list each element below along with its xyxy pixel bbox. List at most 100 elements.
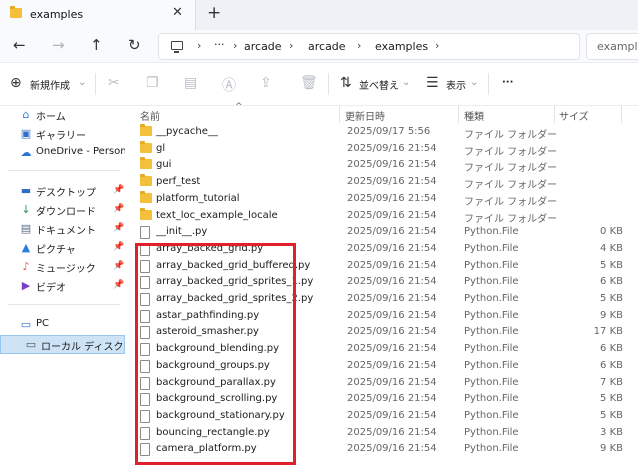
new-tab-button[interactable]: + (207, 3, 221, 23)
python-file-icon (140, 376, 150, 390)
column-divider[interactable] (339, 106, 340, 123)
forward-button[interactable]: → (52, 36, 65, 54)
back-button[interactable]: ← (13, 36, 26, 54)
file-type: Python.File (464, 393, 519, 405)
column-header-name[interactable]: 名前 (140, 108, 160, 123)
music-icon: ♪ (22, 260, 30, 273)
file-row[interactable]: __init__.py 2025/09/16 21:54 Python.File 0 … (133, 224, 638, 241)
share-icon[interactable]: ⇪ (260, 75, 272, 91)
file-row[interactable]: gl 2025/09/16 21:54 ファイル フォルダー (133, 140, 638, 158)
sidebar-item-pictures[interactable]: ▲ ピクチャ 📌 (0, 239, 125, 258)
file-row[interactable]: background_stationary.py 2025/09/16 21:54… (133, 408, 638, 425)
chevron-down-icon: ⌄ (470, 77, 479, 88)
file-size: 4 KB (600, 242, 623, 254)
python-file-icon (140, 393, 150, 407)
copy-icon[interactable]: ❐ (146, 75, 159, 91)
sidebar-item-local-disk[interactable]: ▭ ローカル ディスク (C:) (0, 335, 145, 354)
pin-icon[interactable]: 📌 (113, 242, 124, 252)
address-bar[interactable]: › ··· › arcade › arcade › examples › (158, 33, 580, 60)
sidebar-item-videos[interactable]: ▶ ビデオ 📌 (0, 277, 125, 296)
file-type: Python.File (464, 426, 519, 438)
sidebar-item-pc[interactable]: ▭ PC (0, 316, 125, 335)
rename-icon[interactable]: Ⓐ (222, 75, 236, 95)
file-date: 2025/09/16 21:54 (347, 176, 437, 188)
close-icon[interactable]: ✕ (172, 5, 183, 20)
cut-icon[interactable]: ✂ (108, 75, 120, 91)
navigation-bar: ← → ↑ ↻ › ··· › arcade › arcade › exampl… (0, 30, 638, 62)
column-divider[interactable] (554, 106, 555, 123)
file-row[interactable]: perf_test 2025/09/16 21:54 ファイル フォルダー (133, 174, 638, 191)
file-type: Python.File (464, 443, 519, 455)
file-row[interactable]: camera_platform.py 2025/09/16 21:54 Python… (133, 441, 638, 458)
column-divider[interactable] (621, 106, 622, 123)
sidebar-item-onedrive[interactable]: ☁ OneDrive - Personal (0, 144, 136, 163)
breadcrumb-item[interactable]: examples (375, 40, 428, 53)
file-date: 2025/09/16 21:54 (347, 142, 437, 154)
file-row[interactable]: text_loc_example_locale 2025/09/16 21:54 フ… (133, 207, 638, 225)
file-date: 2025/09/16 21:54 (347, 409, 437, 421)
python-file-icon (140, 326, 150, 340)
pin-icon[interactable]: 📌 (113, 185, 124, 195)
sidebar-item-desktop[interactable]: ▬ デスクトップ 📌 (0, 182, 125, 201)
column-header-type[interactable]: 種類 (464, 108, 484, 123)
file-type: ファイル フォルダー (464, 130, 558, 141)
file-row[interactable]: array_backed_grid.py 2025/09/16 21:54 Pyth… (133, 241, 638, 258)
file-row[interactable]: background_scrolling.py 2025/09/16 21:54 P… (133, 391, 638, 408)
delete-icon[interactable]: 🗑 (300, 75, 318, 91)
breadcrumb-item[interactable]: arcade (308, 40, 346, 53)
paste-icon[interactable]: ▤ (184, 75, 197, 91)
column-header-size[interactable]: サイズ (559, 108, 589, 123)
file-date: 2025/09/16 21:54 (347, 393, 437, 405)
column-divider[interactable] (458, 106, 459, 123)
breadcrumb-item[interactable]: arcade (244, 40, 282, 53)
pin-icon[interactable]: 📌 (113, 261, 124, 271)
tab-examples[interactable]: examples ✕ (0, 0, 196, 30)
pc-icon (171, 41, 183, 53)
file-row[interactable]: platform_tutorial 2025/09/16 21:54 ファイル フォ… (133, 190, 638, 208)
sidebar-item-label: ミュージック (36, 264, 96, 275)
python-file-icon (140, 242, 150, 256)
sidebar-item-music[interactable]: ♪ ミュージック 📌 (0, 258, 125, 277)
file-row[interactable]: astar_pathfinding.py 2025/09/16 21:54 Pyth… (133, 308, 638, 325)
sidebar-item-home[interactable]: ⌂ ホーム (0, 106, 125, 125)
refresh-button[interactable]: ↻ (128, 36, 141, 54)
pin-icon[interactable]: 📌 (113, 223, 124, 233)
sidebar-item-gallery[interactable]: ▣ ギャラリー (0, 125, 125, 144)
sidebar-item-label: OneDrive - Personal (36, 146, 136, 157)
divider (95, 73, 96, 95)
python-file-icon (140, 226, 150, 240)
pin-icon[interactable]: 📌 (113, 204, 124, 214)
file-row[interactable]: gui 2025/09/16 21:54 ファイル フォルダー (133, 157, 638, 174)
breadcrumb-overflow[interactable]: ··· (214, 38, 225, 51)
file-type: ファイル フォルダー (464, 196, 558, 208)
file-date: 2025/09/16 21:54 (347, 443, 437, 455)
file-row[interactable]: background_parallax.py 2025/09/16 21:54 Py… (133, 375, 638, 392)
file-type: Python.File (464, 259, 519, 271)
file-row[interactable]: array_backed_grid_sprites_2.py 2025/09/16… (133, 291, 638, 308)
file-name: array_backed_grid_buffered.py (156, 259, 311, 271)
file-name: text_loc_example_locale (156, 209, 278, 221)
file-date: 2025/09/16 21:54 (347, 343, 437, 355)
search-input[interactable]: example (586, 33, 638, 60)
sidebar-item-documents[interactable]: ▤ ドキュメント 📌 (0, 220, 125, 239)
file-row[interactable]: array_backed_grid_sprites_1.py 2025/09/16… (133, 274, 638, 291)
sidebar-item-downloads[interactable]: ↓ ダウンロード 📌 (0, 201, 125, 220)
more-options-button[interactable]: ··· (502, 77, 513, 88)
file-row[interactable]: asteroid_smasher.py 2025/09/16 21:54 Pytho… (133, 324, 638, 341)
folder-icon (140, 174, 152, 187)
file-row[interactable]: background_groups.py 2025/09/16 21:54 Pyth… (133, 358, 638, 375)
view-button[interactable]: 表示 (446, 77, 466, 92)
up-button[interactable]: ↑ (90, 36, 103, 54)
pin-icon[interactable]: 📌 (113, 280, 124, 290)
sort-button[interactable]: 並べ替え (359, 77, 399, 92)
file-row[interactable]: background_blending.py 2025/09/16 21:54 Py… (133, 341, 638, 358)
new-button[interactable]: 新規作成 (30, 77, 70, 92)
file-row[interactable]: bouncing_rectangle.py 2025/09/16 21:54 Pyt… (133, 425, 638, 442)
file-row[interactable]: __pycache__ 2025/09/17 5:56 ファイル フォルダー (133, 124, 638, 141)
column-header-date[interactable]: 更新日時 (345, 108, 385, 123)
file-row[interactable]: array_backed_grid_buffered.py 2025/09/16 … (133, 258, 638, 275)
file-type: Python.File (464, 276, 519, 288)
file-size: 3 KB (600, 426, 623, 438)
command-bar: ⊕ 新規作成 ⌄ ✂ ❐ ▤ Ⓐ ⇪ 🗑 ⇅ 並べ替え ⌄ ☰ 表示 ⌄ ··· (0, 62, 638, 106)
file-date: 2025/09/16 21:54 (347, 276, 437, 288)
